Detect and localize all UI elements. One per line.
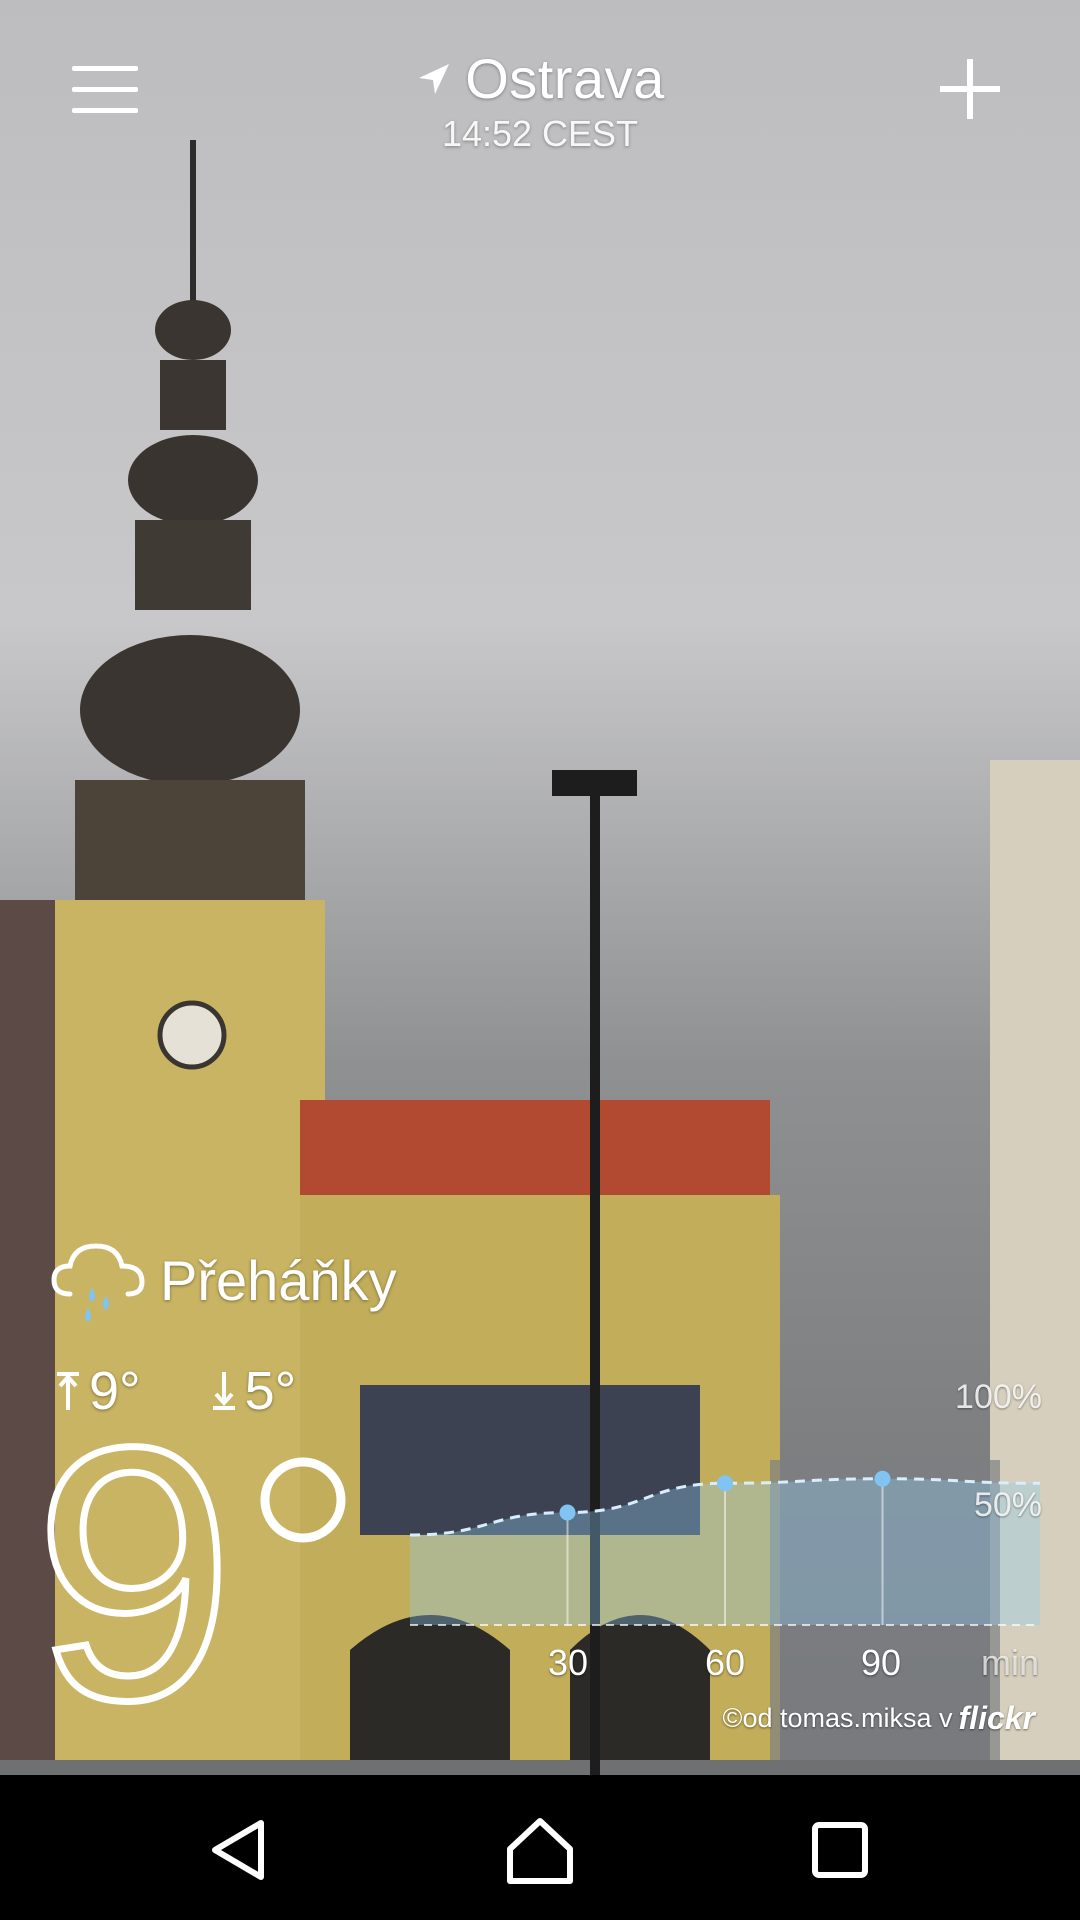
add-location-button[interactable] [925, 45, 1015, 135]
android-nav-bar [0, 1775, 1080, 1920]
photo-credit[interactable]: ©od tomas.miksa v flickr [723, 1700, 1035, 1737]
current-temperature: 9 [31, 1440, 346, 1750]
high-temp: 9° [55, 1360, 141, 1422]
precip-point [559, 1504, 576, 1521]
precipitation-chart: 100% 50% 30 60 90 min [410, 1370, 1050, 1700]
header: Ostrava 14:52 CEST [0, 0, 1080, 180]
tick-unit-min: min [980, 1642, 1040, 1683]
back-triangle-icon [212, 1820, 264, 1880]
tick-label-60: 60 [704, 1642, 746, 1683]
precip-axis-50: 50% [973, 1486, 1042, 1524]
degree-circle-icon [260, 1457, 346, 1543]
high-low-temps: 9° 5° [55, 1360, 296, 1422]
credit-text: ©od tomas.miksa v [722, 1703, 953, 1733]
arrow-down-icon [212, 1372, 235, 1410]
precip-point [874, 1470, 891, 1487]
home-icon [507, 1818, 573, 1884]
precip-axis-100: 100% [955, 1378, 1042, 1416]
location-arrow-icon [419, 63, 450, 94]
local-time: 14:52 CEST [441, 113, 639, 154]
home-button[interactable] [495, 1805, 585, 1895]
arrow-up-icon [57, 1372, 79, 1410]
location-block[interactable]: Ostrava 14:52 CEST [0, 46, 1080, 155]
low-temp: 5° [211, 1360, 297, 1422]
city-name: Ostrava [465, 47, 665, 110]
low-temp-value: 5° [244, 1361, 297, 1421]
tick-label-90: 90 [860, 1642, 902, 1683]
current-condition: Přeháňky [48, 1232, 397, 1328]
temperature-value: 9 [34, 1440, 234, 1750]
condition-text: Přeháňky [160, 1248, 397, 1312]
high-temp-value: 9° [89, 1361, 141, 1421]
recents-square-icon [812, 1822, 868, 1878]
cloud-rain-icon [51, 1243, 145, 1322]
plus-icon [967, 59, 973, 119]
precip-point [717, 1475, 733, 1492]
back-button[interactable] [195, 1805, 285, 1895]
tick-label-30: 30 [547, 1642, 589, 1683]
flickr-logo: flickr [958, 1700, 1035, 1736]
recents-button[interactable] [795, 1805, 885, 1895]
